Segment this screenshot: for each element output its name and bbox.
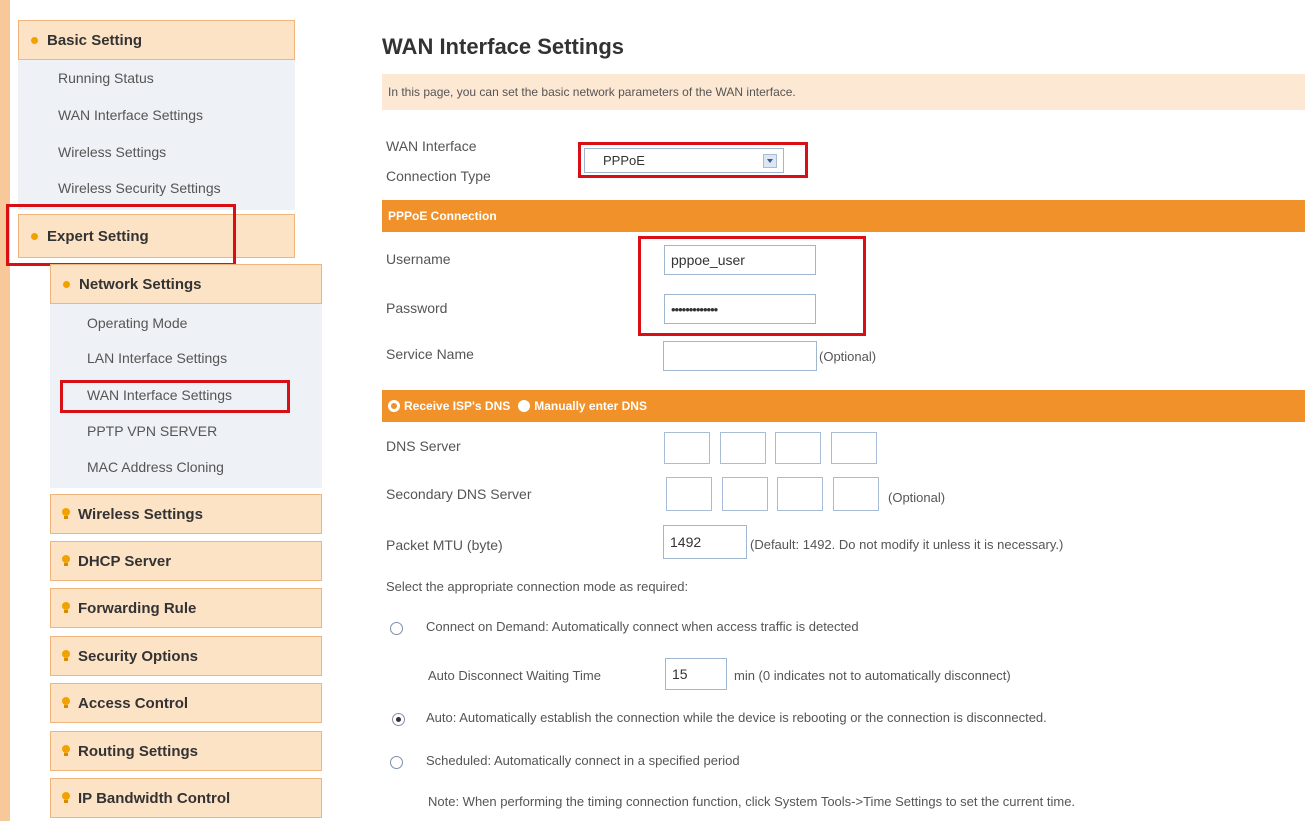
category-label: Security Options (78, 647, 199, 665)
bulb-icon (61, 792, 71, 804)
bulb-icon (61, 555, 71, 567)
category-label: Forwarding Rule (78, 599, 197, 617)
dns-mode-bar: Receive ISP's DNS Manually enter DNS (382, 390, 1305, 422)
pppoe-section-header: PPPoE Connection (382, 200, 1305, 232)
bulb-icon (61, 508, 71, 520)
radio-manual-dns[interactable] (518, 400, 531, 412)
highlight-wan-interface (60, 380, 290, 413)
password-label: Password (386, 300, 448, 316)
category-basic-setting[interactable]: Basic Setting (18, 20, 295, 60)
category-label: Routing Settings (78, 742, 198, 760)
service-name-input[interactable] (663, 341, 817, 371)
dns-receive-label: Receive ISP's DNS (404, 399, 511, 413)
sidebar-item-pptp-vpn[interactable]: PPTP VPN SERVER (87, 423, 217, 439)
dns-octet-4[interactable] (831, 432, 877, 464)
category-label: Network Settings (79, 275, 202, 293)
select-mode-text: Select the appropriate connection mode a… (386, 579, 689, 594)
sec-dns-octet-2[interactable] (722, 477, 768, 511)
sidebar-item-lan-interface[interactable]: LAN Interface Settings (87, 350, 227, 366)
bullet-icon (63, 280, 70, 288)
sidebar-item-wan-interface-basic[interactable]: WAN Interface Settings (58, 107, 203, 123)
timing-note: Note: When performing the timing connect… (428, 794, 1076, 809)
category-label: IP Bandwidth Control (78, 789, 231, 807)
sidebar-item-operating-mode[interactable]: Operating Mode (87, 315, 187, 331)
category-label: Wireless Settings (78, 505, 203, 523)
category-label: Access Control (78, 694, 189, 712)
main-content: WAN Interface Settings In this page, you… (372, 0, 1305, 821)
dns-octet-1[interactable] (664, 432, 710, 464)
category-access-control[interactable]: Access Control (50, 683, 322, 723)
radio-connect-on-demand[interactable] (390, 622, 403, 635)
radio-receive-isp-dns[interactable] (388, 400, 400, 412)
secondary-dns-optional: (Optional) (888, 490, 946, 505)
bulb-icon (61, 697, 71, 709)
bulb-icon (61, 650, 71, 662)
category-label: Basic Setting (47, 31, 143, 49)
bulb-icon (61, 745, 71, 757)
scheduled-mode-label: Scheduled: Automatically connect in a sp… (426, 753, 740, 768)
service-name-label: Service Name (386, 346, 474, 362)
username-label: Username (386, 251, 451, 267)
sidebar-item-running-status[interactable]: Running Status (58, 70, 154, 86)
highlight-credentials (638, 236, 866, 336)
category-routing-settings[interactable]: Routing Settings (50, 731, 322, 771)
category-network-settings[interactable]: Network Settings (50, 264, 322, 304)
dns-manual-label: Manually enter DNS (534, 399, 647, 413)
highlight-expert-setting (6, 204, 236, 266)
radio-auto[interactable] (392, 713, 405, 726)
dns-octet-2[interactable] (720, 432, 766, 464)
connect-on-demand-label: Connect on Demand: Automatically connect… (426, 619, 859, 634)
category-security-options[interactable]: Security Options (50, 636, 322, 676)
conn-type-label-2: Connection Type (386, 168, 491, 184)
mtu-input[interactable] (663, 525, 747, 559)
service-name-optional: (Optional) (819, 349, 877, 364)
sidebar-item-wireless-settings-basic[interactable]: Wireless Settings (58, 144, 166, 160)
auto-disconnect-label: Auto Disconnect Waiting Time (428, 668, 601, 683)
secondary-dns-label: Secondary DNS Server (386, 486, 532, 502)
sidebar-edge (0, 0, 10, 821)
dns-octet-3[interactable] (775, 432, 821, 464)
sec-dns-octet-4[interactable] (833, 477, 879, 511)
page-description: In this page, you can set the basic netw… (382, 74, 1305, 110)
radio-scheduled[interactable] (390, 756, 403, 769)
sidebar-item-wireless-security[interactable]: Wireless Security Settings (58, 180, 221, 196)
auto-mode-label: Auto: Automatically establish the connec… (426, 710, 1047, 725)
mtu-label: Packet MTU (byte) (386, 537, 503, 553)
category-ip-bandwidth[interactable]: IP Bandwidth Control (50, 778, 322, 818)
auto-disconnect-hint: min (0 indicates not to automatically di… (734, 668, 1011, 683)
category-dhcp-server[interactable]: DHCP Server (50, 541, 322, 581)
auto-disconnect-input[interactable] (665, 658, 727, 690)
highlight-connection-type (578, 142, 808, 178)
sidebar: Basic Setting Running Status WAN Interfa… (0, 0, 372, 821)
page-title: WAN Interface Settings (382, 34, 625, 59)
category-forwarding-rule[interactable]: Forwarding Rule (50, 588, 322, 628)
category-wireless-settings[interactable]: Wireless Settings (50, 494, 322, 534)
conn-type-label-1: WAN Interface (386, 138, 477, 154)
category-label: DHCP Server (78, 552, 172, 570)
mtu-hint: (Default: 1492. Do not modify it unless … (750, 537, 1064, 552)
bulb-icon (61, 602, 71, 614)
dns-server-label: DNS Server (386, 438, 461, 454)
sec-dns-octet-1[interactable] (666, 477, 712, 511)
sec-dns-octet-3[interactable] (777, 477, 823, 511)
sidebar-item-mac-cloning[interactable]: MAC Address Cloning (87, 459, 224, 475)
bullet-icon (31, 36, 38, 44)
